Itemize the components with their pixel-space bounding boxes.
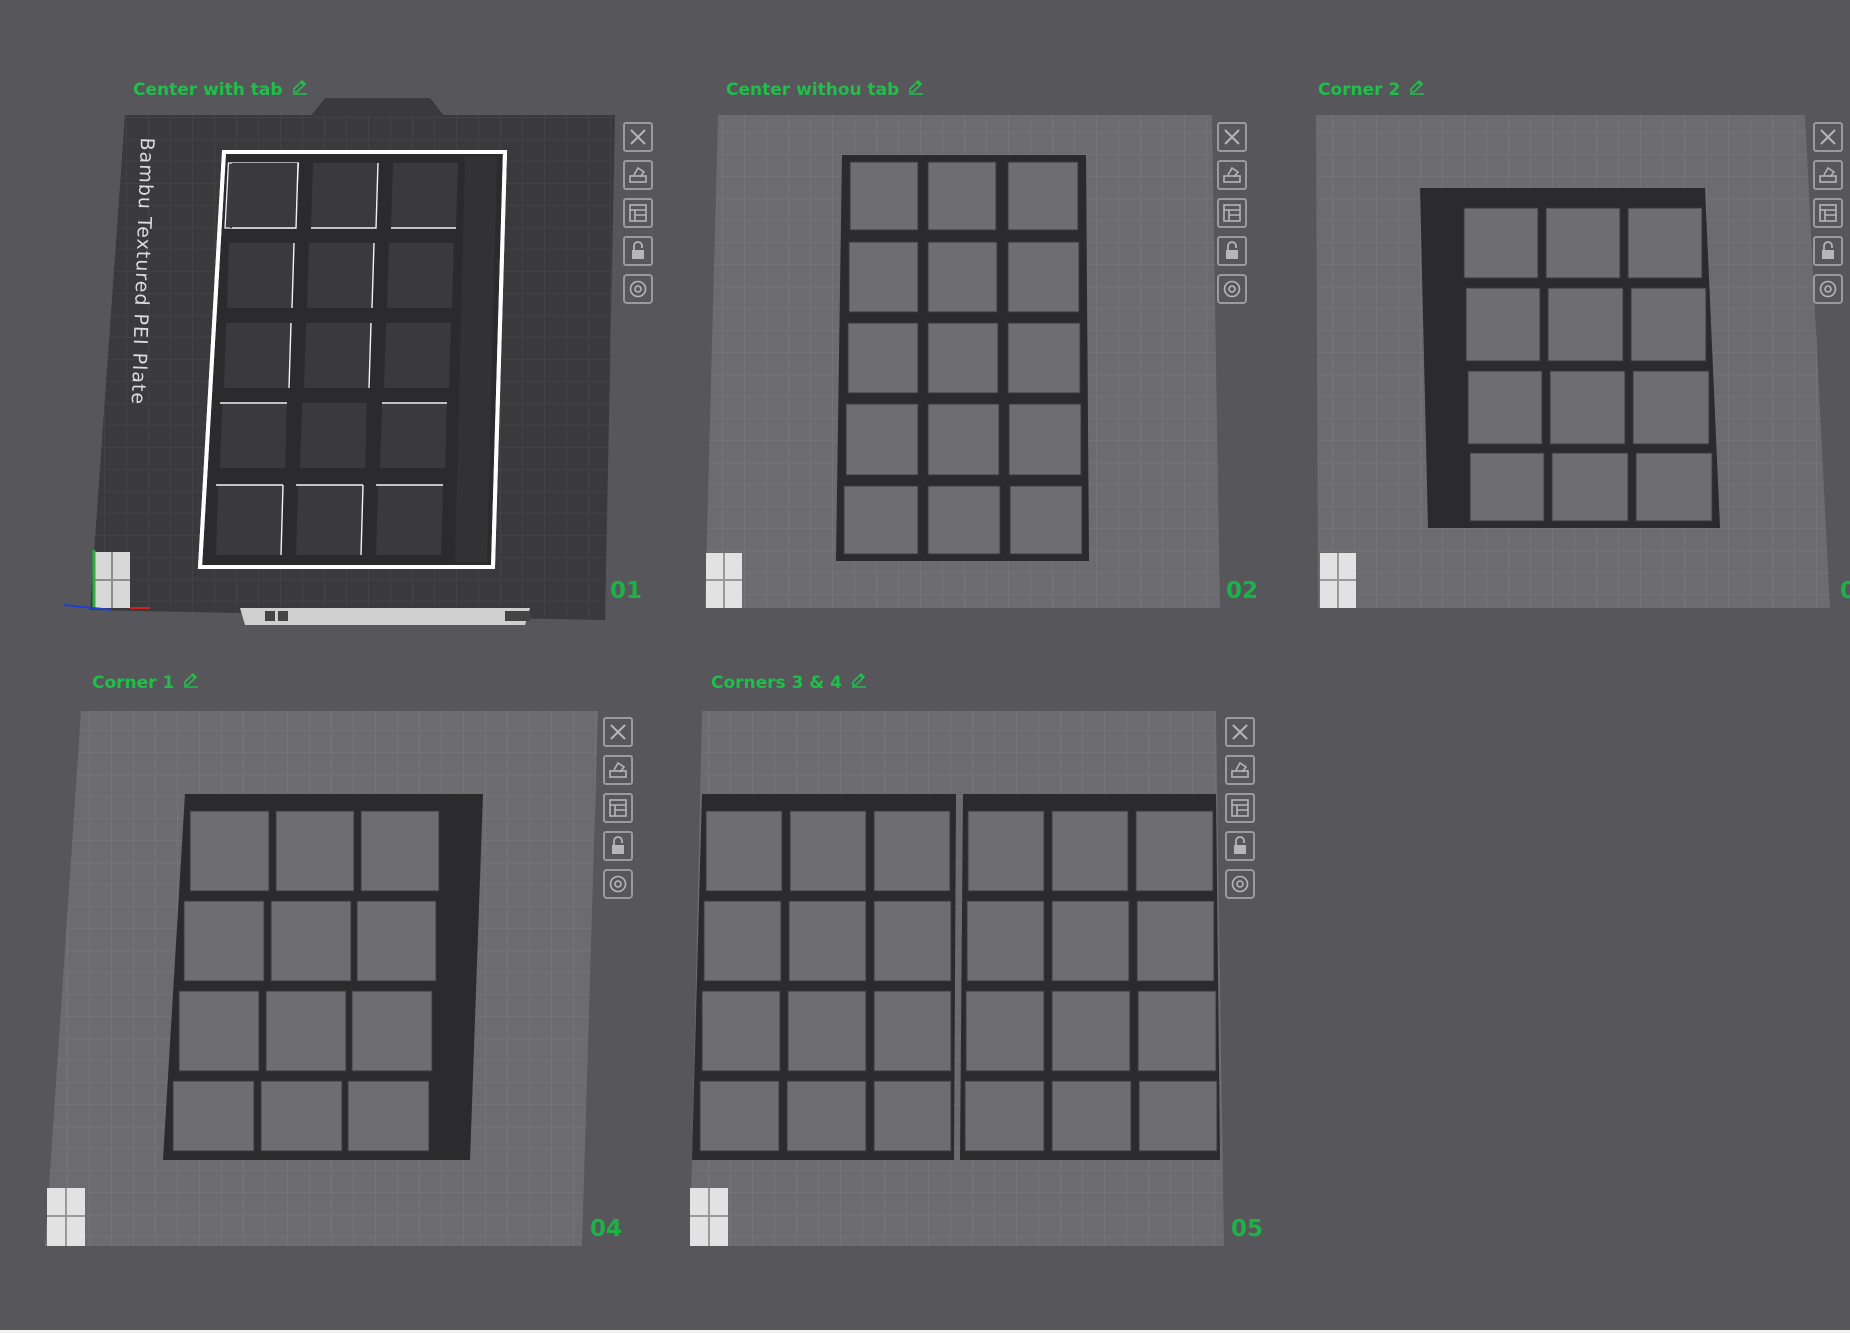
- close-icon: [610, 724, 626, 740]
- pencil-icon[interactable]: [1408, 78, 1426, 101]
- lock-plate-button[interactable]: [603, 831, 633, 861]
- plate-03-bed[interactable]: [1310, 110, 1830, 620]
- plate-title-04[interactable]: Corner 1: [92, 671, 200, 694]
- auto-orient-icon: [609, 761, 627, 778]
- lock-plate-button[interactable]: [1225, 831, 1255, 861]
- plate-05-part-right: [960, 794, 1220, 1160]
- plate-settings-button[interactable]: [603, 869, 633, 899]
- close-plate-button[interactable]: [603, 717, 633, 747]
- plate-name: Corner 2: [1318, 79, 1401, 100]
- lock-icon: [612, 836, 624, 854]
- gear-icon: [1819, 280, 1837, 298]
- auto-orient-button[interactable]: [603, 755, 633, 785]
- pencil-icon[interactable]: [850, 671, 868, 694]
- arrange-button[interactable]: [623, 198, 653, 228]
- close-plate-button[interactable]: [1813, 122, 1843, 152]
- gear-icon: [629, 280, 647, 298]
- lock-icon: [1822, 241, 1834, 259]
- plate-number-04: 04: [590, 1216, 623, 1242]
- plate-02-toolbar: [1217, 122, 1249, 304]
- plate-settings-button[interactable]: [1813, 274, 1843, 304]
- plate-title-05[interactable]: Corners 3 & 4: [711, 671, 868, 694]
- gear-icon: [1223, 280, 1241, 298]
- close-plate-button[interactable]: [623, 122, 653, 152]
- plate-name: Center withou tab: [726, 79, 900, 100]
- auto-orient-icon: [1231, 761, 1249, 778]
- arrange-button[interactable]: [1813, 198, 1843, 228]
- plate-number-01: 01: [610, 578, 643, 604]
- plate-number-05: 05: [1231, 1216, 1264, 1242]
- close-plate-button[interactable]: [1217, 122, 1247, 152]
- close-icon: [1224, 129, 1240, 145]
- plate-settings-button[interactable]: [1225, 869, 1255, 899]
- lock-plate-button[interactable]: [623, 236, 653, 266]
- auto-orient-icon: [629, 166, 647, 183]
- lock-plate-button[interactable]: [1813, 236, 1843, 266]
- plate-05-part-left: [692, 794, 956, 1160]
- pencil-icon[interactable]: [182, 671, 200, 694]
- close-icon: [1820, 129, 1836, 145]
- plate-title-02[interactable]: Center withou tab: [726, 78, 925, 101]
- plate-02-bed[interactable]: [700, 110, 1220, 620]
- lock-icon: [1234, 836, 1246, 854]
- plate-04-bed[interactable]: [45, 708, 605, 1253]
- plate-number-03: 0: [1840, 578, 1850, 604]
- auto-orient-button[interactable]: [1813, 160, 1843, 190]
- arrange-button[interactable]: [603, 793, 633, 823]
- arrange-button[interactable]: [1225, 793, 1255, 823]
- plate-title-03[interactable]: Corner 2: [1318, 78, 1426, 101]
- plate-number-02: 02: [1226, 578, 1259, 604]
- auto-orient-icon: [1819, 166, 1837, 183]
- pencil-icon[interactable]: [907, 78, 925, 101]
- lock-icon: [1226, 241, 1238, 259]
- plate-05-bed[interactable]: [686, 708, 1226, 1253]
- plate-03-toolbar: [1813, 122, 1845, 304]
- auto-orient-button[interactable]: [623, 160, 653, 190]
- arrange-icon: [629, 204, 647, 222]
- arrange-icon: [609, 799, 627, 817]
- plate-04-part: [163, 794, 483, 1160]
- plate-01-toolbar: [623, 122, 655, 304]
- close-icon: [1232, 724, 1248, 740]
- arrange-icon: [1819, 204, 1837, 222]
- plate-settings-button[interactable]: [1217, 274, 1247, 304]
- plate-02-part: [836, 155, 1089, 561]
- arrange-icon: [1223, 204, 1241, 222]
- close-plate-button[interactable]: [1225, 717, 1255, 747]
- arrange-button[interactable]: [1217, 198, 1247, 228]
- gear-icon: [1231, 875, 1249, 893]
- auto-orient-button[interactable]: [1225, 755, 1255, 785]
- lock-plate-button[interactable]: [1217, 236, 1247, 266]
- plate-name: Corner 1: [92, 672, 175, 693]
- plate-04-toolbar: [603, 717, 635, 899]
- close-icon: [630, 129, 646, 145]
- plate-settings-button[interactable]: [623, 274, 653, 304]
- plate-name: Corners 3 & 4: [711, 672, 842, 693]
- plate-05-toolbar: [1225, 717, 1257, 899]
- plate-03-part: [1420, 188, 1720, 528]
- plate-01-cells: [216, 163, 458, 555]
- lock-icon: [632, 241, 644, 259]
- gear-icon: [609, 875, 627, 893]
- auto-orient-icon: [1223, 166, 1241, 183]
- auto-orient-button[interactable]: [1217, 160, 1247, 190]
- arrange-icon: [1231, 799, 1249, 817]
